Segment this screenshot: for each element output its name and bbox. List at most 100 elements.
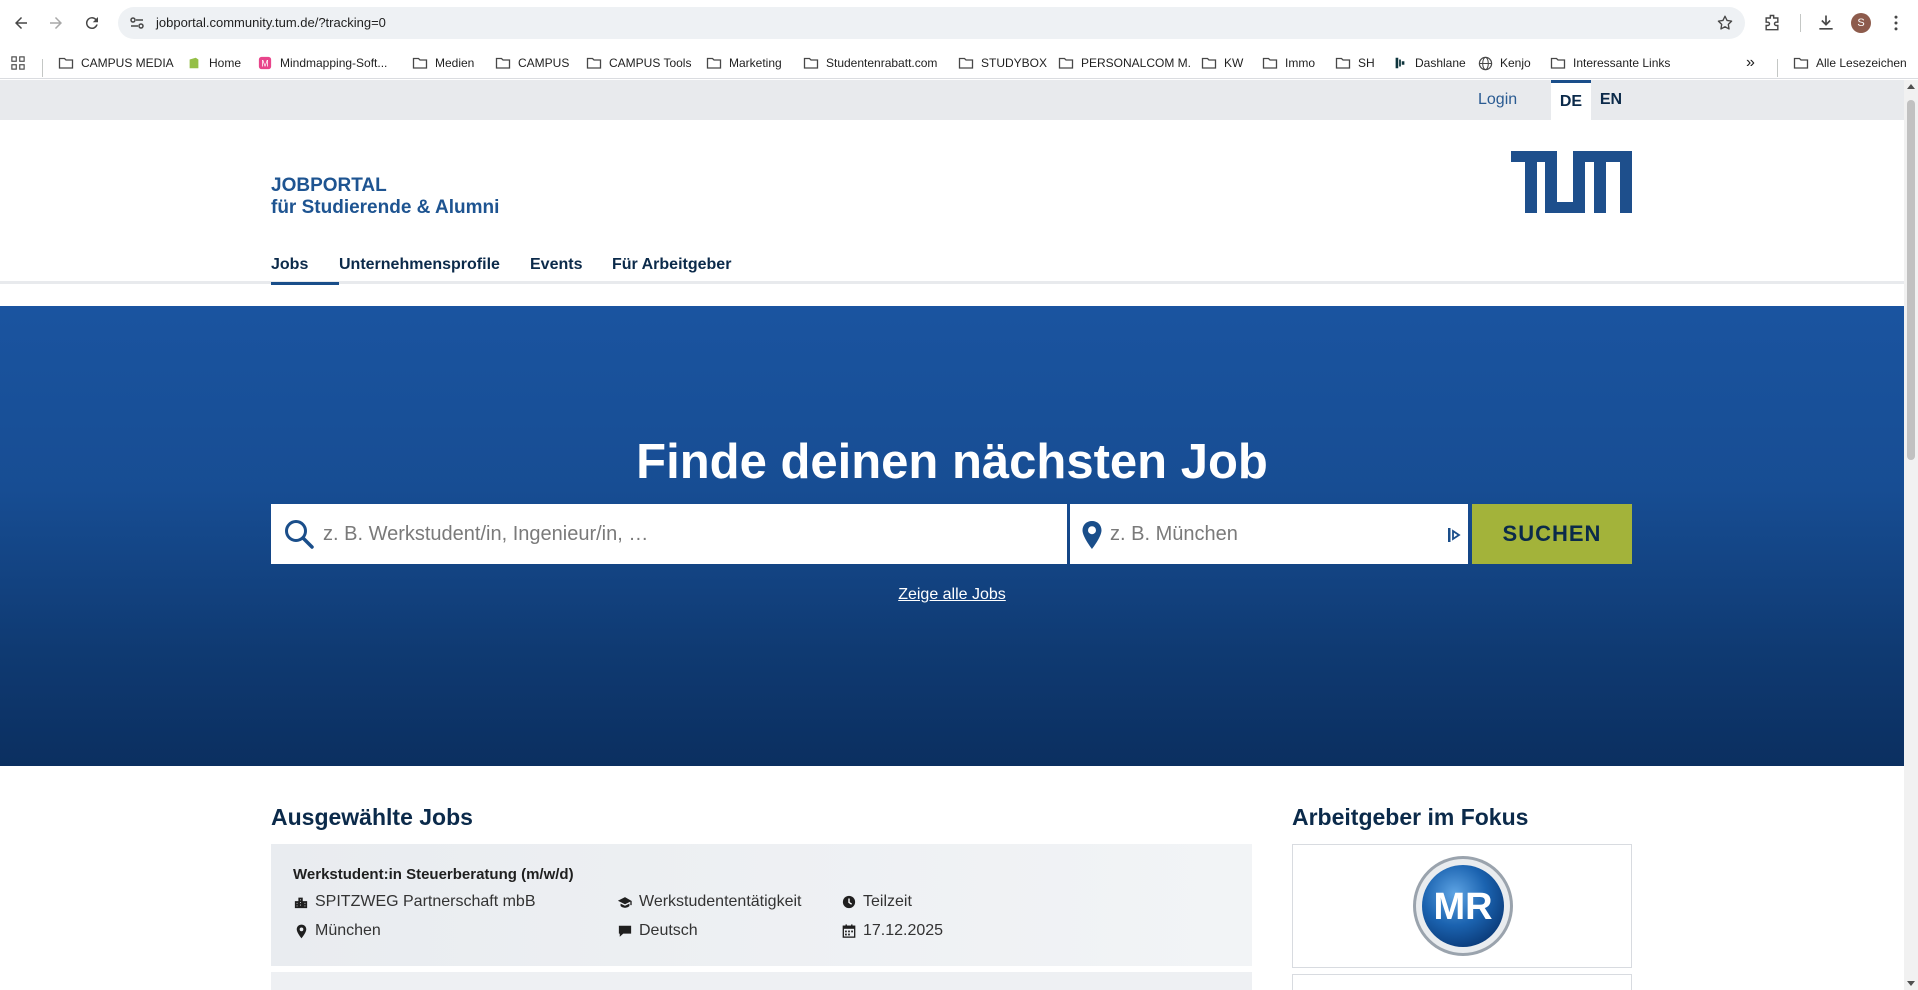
folder-icon — [958, 55, 974, 71]
extensions-button[interactable] — [1761, 12, 1783, 34]
arrow-right-icon — [50, 17, 62, 29]
toolbar-divider — [1800, 14, 1801, 32]
nav-events[interactable]: Events — [530, 256, 582, 274]
site-settings-icon[interactable] — [129, 15, 145, 31]
bookmark-item[interactable]: Kenjo — [1477, 53, 1531, 73]
downloads-button[interactable] — [1815, 12, 1837, 34]
bookmark-item[interactable]: Immo — [1262, 53, 1315, 73]
portal-title[interactable]: JOBPORTAL — [271, 175, 387, 197]
svg-text:M: M — [261, 59, 268, 69]
utility-bar: Login DE EN — [0, 80, 1904, 120]
all-bookmarks-label: Alle Lesezeichen — [1816, 56, 1907, 70]
puzzle-icon — [1765, 14, 1779, 31]
login-link[interactable]: Login — [1478, 91, 1517, 109]
employer-focus-title: Arbeitgeber im Fokus — [1292, 804, 1529, 830]
job-card[interactable] — [271, 972, 1252, 990]
bookmark-item[interactable]: M Mindmapping-Soft... — [257, 53, 387, 73]
search-field[interactable] — [271, 504, 1067, 564]
bookmark-label: CAMPUS Tools — [609, 56, 692, 70]
folder-icon — [58, 55, 74, 71]
locate-me-icon[interactable] — [1448, 527, 1462, 543]
bookmark-item[interactable]: CAMPUS Tools — [586, 53, 691, 73]
date-text: 17.12.2025 — [863, 922, 944, 939]
bookmark-label: Immo — [1285, 56, 1315, 70]
url-text[interactable]: jobportal.community.tum.de/?tracking=0 — [156, 15, 386, 30]
scroll-thumb[interactable] — [1907, 100, 1915, 460]
job-search-input[interactable] — [323, 504, 1053, 564]
apps-button[interactable] — [10, 53, 33, 73]
bookmark-item[interactable]: CAMPUS MEDIA — [58, 53, 174, 73]
map-pin-icon — [1082, 521, 1102, 549]
bookmark-item[interactable]: Dashlane — [1392, 53, 1466, 73]
page-scrollbar[interactable] — [1904, 80, 1918, 990]
scroll-down-arrow-icon[interactable] — [1907, 981, 1915, 986]
bookmark-label: Home — [209, 56, 242, 70]
bookmark-item[interactable]: CAMPUS — [495, 53, 569, 73]
folder-icon — [495, 55, 511, 71]
shopify-icon — [186, 55, 202, 71]
job-type: Werkstudententätigkeit — [617, 893, 801, 911]
nav-for-employers[interactable]: Für Arbeitgeber — [612, 256, 731, 274]
address-bar[interactable]: jobportal.community.tum.de/?tracking=0 — [118, 7, 1745, 39]
nav-jobs[interactable]: Jobs — [271, 256, 308, 274]
company-name: SPITZWEG Partnerschaft mbB — [315, 893, 536, 910]
speech-bubble-icon — [617, 923, 633, 939]
building-icon — [293, 894, 309, 910]
miro-icon: M — [257, 55, 273, 71]
bookmark-item[interactable]: Studentenrabatt.com — [803, 53, 937, 73]
nav-company-profiles[interactable]: Unternehmensprofile — [339, 256, 500, 274]
employer-card[interactable] — [1292, 974, 1632, 990]
bookmark-item[interactable]: PERSONALCOM M. — [1058, 53, 1191, 73]
bookmark-item[interactable]: Interessante Links — [1550, 53, 1670, 73]
lang-de-button[interactable]: DE — [1551, 80, 1591, 120]
bookmark-label: CAMPUS MEDIA — [81, 56, 174, 70]
profile-avatar[interactable]: S — [1851, 13, 1871, 33]
show-all-jobs-link: Zeige alle Jobs — [0, 586, 1904, 604]
bookmark-item[interactable]: SH — [1335, 53, 1375, 73]
nav-active-indicator — [271, 282, 339, 285]
reload-button[interactable] — [76, 7, 108, 39]
hero-title: Finde deinen nächsten Job — [636, 435, 1268, 489]
folder-icon — [1550, 55, 1566, 71]
back-button[interactable] — [5, 7, 37, 39]
globe-icon — [1477, 55, 1493, 71]
bookmark-item[interactable]: Medien — [412, 53, 474, 73]
search-button[interactable]: SUCHEN — [1472, 504, 1632, 564]
folder-icon — [1335, 55, 1351, 71]
forward-button[interactable] — [40, 7, 72, 39]
job-card[interactable]: Werkstudent:in Steuerberatung (m/w/d) SP… — [271, 844, 1252, 966]
bookmark-label: Studentenrabatt.com — [826, 56, 938, 70]
lang-en-button[interactable]: EN — [1591, 80, 1631, 120]
scroll-up-arrow-icon[interactable] — [1907, 84, 1915, 89]
bookmark-item[interactable]: Marketing — [706, 53, 782, 73]
job-hours: Teilzeit — [841, 893, 912, 911]
browser-menu-button[interactable] — [1885, 12, 1907, 34]
show-all-jobs-text[interactable]: Zeige alle Jobs — [898, 586, 1006, 603]
folder-icon — [803, 55, 819, 71]
mr-logo-text: MR — [1433, 886, 1492, 928]
job-company: SPITZWEG Partnerschaft mbB — [293, 893, 536, 911]
bookmark-item[interactable]: KW — [1201, 53, 1243, 73]
location-input[interactable] — [1110, 504, 1430, 564]
more-vertical-icon — [1894, 15, 1898, 31]
dashlane-icon — [1392, 55, 1408, 71]
bookmarks-overflow-button[interactable]: » — [1746, 53, 1755, 73]
bookmarks-bar: CAMPUS MEDIA Home M Mindmapping-Soft... M… — [0, 46, 1918, 79]
folder-icon — [412, 55, 428, 71]
apps-grid-icon — [10, 55, 26, 71]
language-text: Deutsch — [639, 922, 698, 939]
page-viewport: Login DE EN JOBPORTAL für Studierende & … — [0, 80, 1904, 990]
bookmark-label: SH — [1358, 56, 1375, 70]
tum-logo[interactable] — [1511, 151, 1632, 213]
employer-card[interactable]: MR — [1292, 844, 1632, 968]
location-field[interactable] — [1070, 504, 1468, 564]
job-title[interactable]: Werkstudent:in Steuerberatung (m/w/d) — [293, 866, 574, 883]
bookmark-label: Kenjo — [1500, 56, 1531, 70]
bookmark-label: KW — [1224, 56, 1244, 70]
portal-subtitle[interactable]: für Studierende & Alumni — [271, 197, 499, 219]
bookmark-star-icon[interactable] — [1716, 14, 1734, 32]
bookmark-item[interactable]: Home — [186, 53, 241, 73]
maschinenfabrik-reinhausen-logo[interactable]: MR — [1412, 855, 1514, 957]
bookmark-item[interactable]: STUDYBOX — [958, 53, 1047, 73]
all-bookmarks-button[interactable]: Alle Lesezeichen — [1793, 53, 1907, 73]
